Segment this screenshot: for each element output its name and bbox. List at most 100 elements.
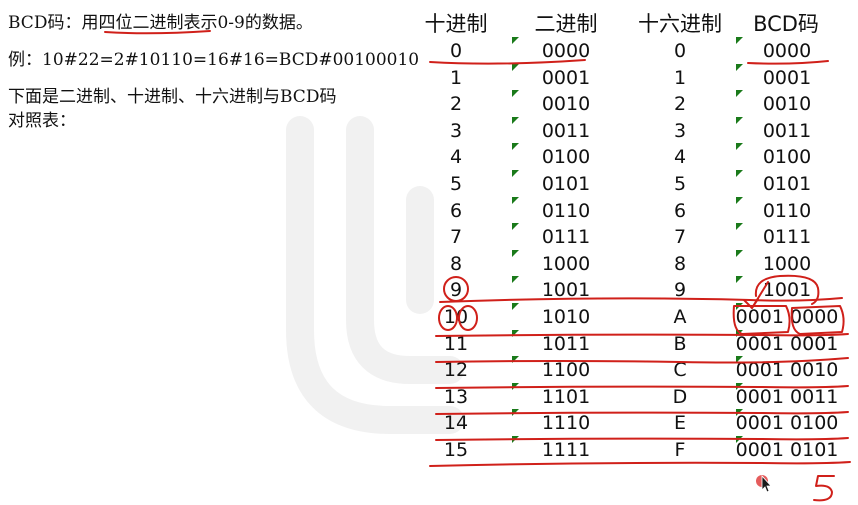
cell-bcd: 0001 0011 bbox=[735, 386, 839, 408]
cell-decimal: 10 bbox=[443, 306, 469, 328]
green-corner-flag-icon bbox=[736, 250, 743, 257]
green-corner-flag-icon bbox=[512, 409, 519, 416]
cell-binary: 1001 bbox=[541, 279, 591, 301]
cell-decimal: 9 bbox=[449, 279, 463, 301]
cell-hex: 7 bbox=[673, 226, 687, 248]
green-corner-flag-icon bbox=[736, 223, 743, 230]
cell-bcd: 0011 bbox=[762, 120, 812, 142]
cell-binary: 1111 bbox=[541, 439, 591, 461]
pointer-cursor-icon bbox=[756, 474, 772, 493]
green-corner-flag-icon bbox=[736, 409, 743, 416]
cell-bcd: 0111 bbox=[762, 226, 812, 248]
cell-decimal: 8 bbox=[449, 253, 463, 275]
intro-line-4: 对照表： bbox=[8, 111, 76, 131]
green-corner-flag-icon bbox=[736, 197, 743, 204]
green-corner-flag-icon bbox=[736, 37, 743, 44]
green-corner-flag-icon bbox=[736, 330, 743, 337]
cell-binary: 0000 bbox=[541, 40, 591, 62]
cell-hex: 9 bbox=[673, 279, 687, 301]
cell-bcd: 0110 bbox=[762, 200, 812, 222]
green-corner-flag-icon bbox=[736, 90, 743, 97]
cell-decimal: 0 bbox=[449, 40, 463, 62]
green-corner-flag-icon bbox=[736, 170, 743, 177]
cell-binary: 1011 bbox=[541, 333, 591, 355]
cell-decimal: 3 bbox=[449, 120, 463, 142]
cell-decimal: 2 bbox=[449, 93, 463, 115]
green-corner-flag-icon bbox=[512, 64, 519, 71]
cell-bcd: 0010 bbox=[762, 93, 812, 115]
cell-binary: 0100 bbox=[541, 146, 591, 168]
green-corner-flag-icon bbox=[736, 383, 743, 390]
green-corner-flag-icon bbox=[512, 356, 519, 363]
intro-line-3: 下面是二进制、十进制、十六进制与BCD码 bbox=[8, 87, 337, 107]
cell-binary: 0111 bbox=[541, 226, 591, 248]
cell-hex: D bbox=[672, 386, 688, 408]
cell-hex: 4 bbox=[673, 146, 687, 168]
cell-hex: 0 bbox=[673, 40, 687, 62]
cell-decimal: 6 bbox=[449, 200, 463, 222]
green-corner-flag-icon bbox=[512, 117, 519, 124]
cell-hex: F bbox=[674, 439, 686, 461]
cell-bcd: 0001 bbox=[762, 67, 812, 89]
green-corner-flag-icon bbox=[512, 250, 519, 257]
cell-hex: 1 bbox=[673, 67, 687, 89]
header-bcd: BCD码 bbox=[753, 12, 819, 36]
cell-binary: 1100 bbox=[541, 359, 591, 381]
green-corner-flag-icon bbox=[512, 436, 519, 443]
green-corner-flag-icon bbox=[512, 37, 519, 44]
cell-bcd: 0001 0000 bbox=[735, 306, 839, 328]
green-corner-flag-icon bbox=[512, 223, 519, 230]
cell-hex: 2 bbox=[673, 93, 687, 115]
cell-binary: 0001 bbox=[541, 67, 591, 89]
cell-binary: 1101 bbox=[541, 386, 591, 408]
cell-binary: 1110 bbox=[541, 412, 591, 434]
cell-decimal: 11 bbox=[443, 333, 469, 355]
cell-binary: 0011 bbox=[541, 120, 591, 142]
cell-bcd: 0000 bbox=[762, 40, 812, 62]
cell-decimal: 5 bbox=[449, 173, 463, 195]
cell-binary: 0101 bbox=[541, 173, 591, 195]
green-corner-flag-icon bbox=[736, 303, 743, 310]
cell-decimal: 4 bbox=[449, 146, 463, 168]
cell-bcd: 0100 bbox=[762, 146, 812, 168]
cell-binary: 1000 bbox=[541, 253, 591, 275]
cell-bcd: 0001 0010 bbox=[735, 359, 839, 381]
cell-hex: C bbox=[673, 359, 687, 381]
green-corner-flag-icon bbox=[512, 303, 519, 310]
cell-hex: A bbox=[673, 306, 687, 328]
cell-bcd: 1000 bbox=[762, 253, 812, 275]
green-corner-flag-icon bbox=[512, 170, 519, 177]
header-binary: 二进制 bbox=[534, 12, 598, 36]
cell-decimal: 15 bbox=[443, 439, 469, 461]
green-corner-flag-icon bbox=[736, 117, 743, 124]
cell-decimal: 14 bbox=[443, 412, 469, 434]
cell-binary: 1010 bbox=[541, 306, 591, 328]
cell-decimal: 7 bbox=[449, 226, 463, 248]
green-corner-flag-icon bbox=[736, 276, 743, 283]
header-decimal: 十进制 bbox=[424, 12, 488, 36]
green-corner-flag-icon bbox=[512, 90, 519, 97]
cell-binary: 0010 bbox=[541, 93, 591, 115]
cell-hex: 3 bbox=[673, 120, 687, 142]
cell-decimal: 12 bbox=[443, 359, 469, 381]
intro-line-1: BCD码：用四位二进制表示0-9的数据。 bbox=[8, 13, 313, 33]
green-corner-flag-icon bbox=[736, 436, 743, 443]
cell-bcd: 0101 bbox=[762, 173, 812, 195]
cell-hex: 8 bbox=[673, 253, 687, 275]
green-corner-flag-icon bbox=[736, 356, 743, 363]
cell-decimal: 13 bbox=[443, 386, 469, 408]
cell-hex: 6 bbox=[673, 200, 687, 222]
cell-bcd: 0001 0100 bbox=[735, 412, 839, 434]
cell-binary: 0110 bbox=[541, 200, 591, 222]
cell-hex: B bbox=[673, 333, 687, 355]
green-corner-flag-icon bbox=[512, 330, 519, 337]
green-corner-flag-icon bbox=[736, 143, 743, 150]
header-hex: 十六进制 bbox=[638, 12, 722, 36]
green-corner-flag-icon bbox=[512, 143, 519, 150]
intro-line-2: 例：10#22=2#10110=16#16=BCD#00100010 bbox=[8, 50, 420, 70]
cell-bcd: 0001 0001 bbox=[735, 333, 839, 355]
cell-bcd: 0001 0101 bbox=[735, 439, 839, 461]
cell-bcd: 1001 bbox=[762, 279, 812, 301]
green-corner-flag-icon bbox=[512, 383, 519, 390]
cell-hex: E bbox=[673, 412, 686, 434]
